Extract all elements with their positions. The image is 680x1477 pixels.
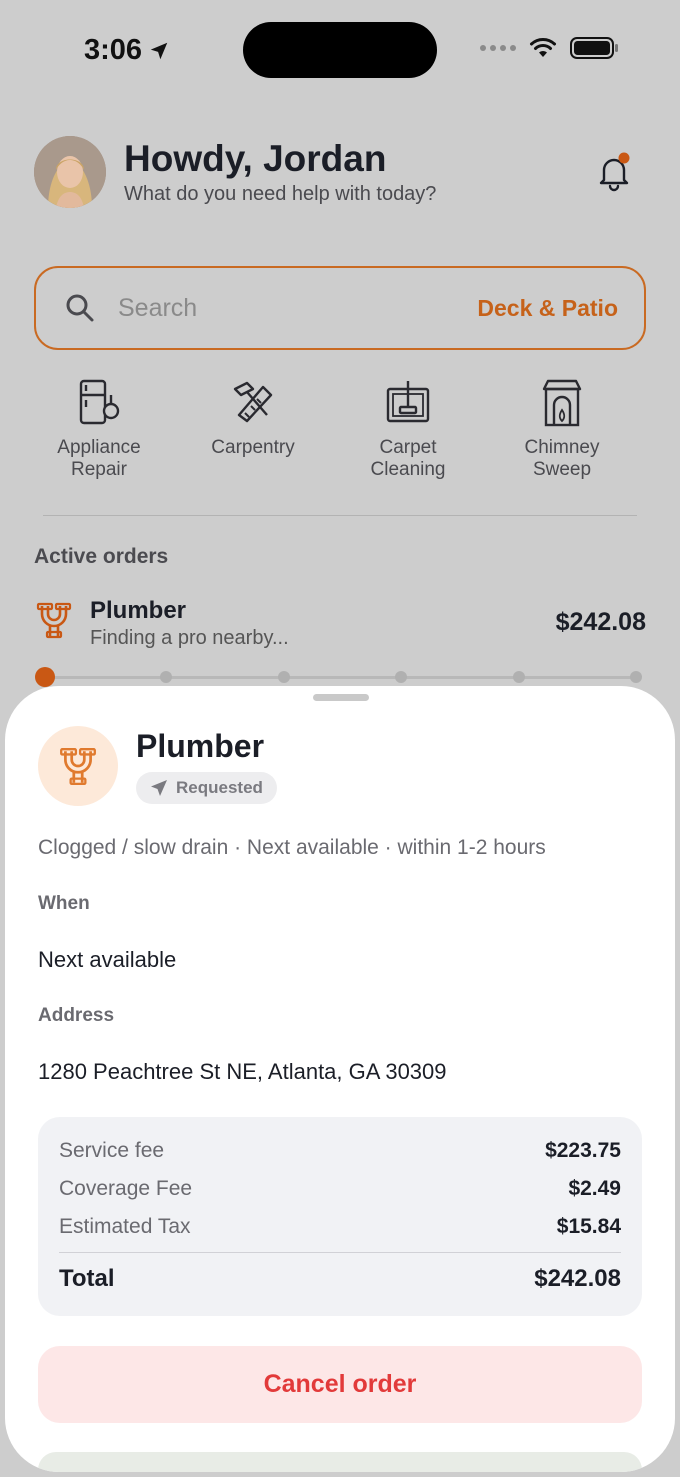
carpentry-icon [233, 381, 273, 423]
search-suggestion[interactable]: Deck & Patio [477, 295, 618, 322]
order-service-name[interactable]: Plumber [90, 597, 186, 625]
order-progress-track [45, 676, 637, 679]
progress-step [630, 671, 642, 683]
fee-row: Coverage Fee $2.49 [59, 1177, 621, 1201]
carpet-cleaning-icon [386, 381, 430, 423]
chimney-sweep-icon [542, 379, 582, 427]
section-divider [43, 515, 637, 516]
location-arrow-icon [150, 42, 168, 59]
cellular-signal-icon [480, 45, 516, 51]
progress-step [395, 671, 407, 683]
map-preview-peek [38, 1452, 642, 1472]
active-orders-title: Active orders [34, 545, 169, 568]
paper-plane-icon [151, 780, 167, 796]
search-icon [66, 294, 94, 322]
category-label-line1: Carpentry [211, 437, 295, 458]
category-label-line2: Sweep [532, 459, 592, 480]
sheet-service-title: Plumber [136, 728, 265, 764]
plumbing-pipe-icon[interactable] [34, 600, 74, 640]
fee-amount: $15.84 [556, 1215, 621, 1238]
price-breakdown-card: Service fee $223.75 Coverage Fee $2.49 E… [38, 1117, 642, 1316]
fee-amount: $2.49 [568, 1177, 621, 1200]
category-chimney-sweep[interactable]: Chimney Sweep [497, 375, 627, 481]
fee-divider [59, 1252, 621, 1253]
wifi-icon [530, 38, 556, 57]
appliance-repair-icon [79, 379, 120, 425]
order-price: $242.08 [555, 608, 646, 636]
cancel-order-button[interactable]: Cancel order [38, 1346, 642, 1423]
address-value: 1280 Peachtree St NE, Atlanta, GA 30309 [38, 1059, 447, 1084]
when-label: When [38, 893, 90, 914]
sheet-grabber[interactable] [313, 694, 369, 701]
dynamic-island [243, 22, 437, 78]
avatar[interactable] [34, 136, 106, 208]
status-badge-label: Requested [176, 778, 263, 797]
fee-row: Service fee $223.75 [59, 1139, 621, 1163]
fee-row: Estimated Tax $15.84 [59, 1215, 621, 1239]
category-label-line1: Appliance [57, 437, 141, 458]
greeting-subtitle: What do you need help with today? [124, 183, 437, 205]
greeting-title: Howdy, Jordan [124, 138, 387, 179]
status-time: 3:06 [84, 34, 170, 67]
search-input[interactable]: Search [118, 294, 477, 323]
order-status-text: Finding a pro nearby... [90, 627, 289, 649]
search-bar[interactable]: Search Deck & Patio [34, 266, 646, 350]
category-appliance-repair[interactable]: Appliance Repair [34, 375, 164, 481]
battery-icon [570, 37, 618, 59]
status-badge: Requested [136, 772, 277, 804]
category-label-line1: Chimney [524, 437, 600, 458]
total-amount: $242.08 [534, 1265, 621, 1292]
order-details-summary: Clogged / slow drain · Next available · … [38, 836, 546, 859]
plumbing-pipe-icon [60, 748, 96, 786]
order-detail-sheet[interactable]: Plumber Requested Clogged / slow drain ·… [5, 686, 675, 1472]
notification-bell-icon[interactable] [592, 150, 636, 194]
fee-amount: $223.75 [545, 1139, 621, 1162]
status-time-text: 3:06 [84, 34, 143, 66]
progress-step-current [35, 667, 55, 687]
when-value: Next available [38, 947, 177, 972]
total-label: Total [59, 1265, 115, 1292]
category-label-line2: Repair [71, 459, 127, 480]
category-carpet-cleaning[interactable]: Carpet Cleaning [343, 375, 473, 481]
progress-step [513, 671, 525, 683]
service-icon-circle [38, 726, 118, 806]
avatar-portrait [34, 136, 106, 208]
progress-step [278, 671, 290, 683]
progress-step [160, 671, 172, 683]
fee-name: Estimated Tax [59, 1215, 191, 1238]
address-label: Address [38, 1005, 115, 1026]
status-indicators [480, 36, 620, 60]
fee-name: Coverage Fee [59, 1177, 193, 1200]
category-carpentry[interactable]: Carpentry [188, 375, 318, 459]
category-label-line1: Carpet [379, 437, 437, 458]
category-label-line2: Cleaning [370, 459, 446, 480]
fee-name: Service fee [59, 1139, 165, 1162]
total-row: Total $242.08 [59, 1265, 621, 1293]
